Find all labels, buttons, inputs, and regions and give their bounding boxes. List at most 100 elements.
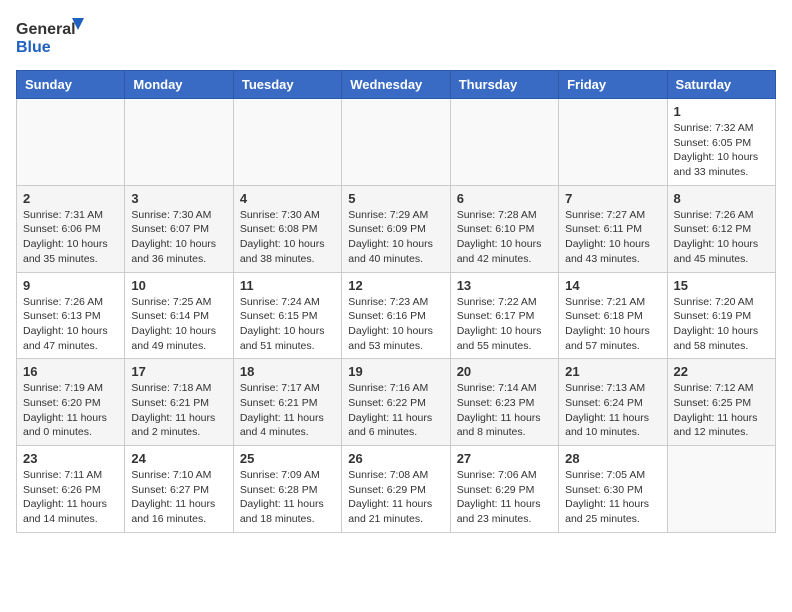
day-cell: 23 Sunrise: 7:11 AM Sunset: 6:26 PM Dayli… <box>17 446 125 533</box>
day-cell <box>342 99 450 186</box>
day-number: 16 <box>23 364 118 379</box>
day-number: 17 <box>131 364 226 379</box>
day-number: 14 <box>565 278 660 293</box>
day-number: 9 <box>23 278 118 293</box>
day-number: 2 <box>23 191 118 206</box>
day-cell: 18 Sunrise: 7:17 AM Sunset: 6:21 PM Dayli… <box>233 359 341 446</box>
day-info: Sunrise: 7:05 AM Sunset: 6:30 PM Dayligh… <box>565 468 660 527</box>
day-info: Sunrise: 7:18 AM Sunset: 6:21 PM Dayligh… <box>131 381 226 440</box>
day-cell: 10 Sunrise: 7:25 AM Sunset: 6:14 PM Dayli… <box>125 272 233 359</box>
day-number: 8 <box>674 191 769 206</box>
day-info: Sunrise: 7:10 AM Sunset: 6:27 PM Dayligh… <box>131 468 226 527</box>
day-header-sunday: Sunday <box>17 71 125 99</box>
day-number: 20 <box>457 364 552 379</box>
day-number: 21 <box>565 364 660 379</box>
day-info: Sunrise: 7:22 AM Sunset: 6:17 PM Dayligh… <box>457 295 552 354</box>
day-number: 1 <box>674 104 769 119</box>
svg-text:General: General <box>16 21 76 38</box>
day-info: Sunrise: 7:26 AM Sunset: 6:12 PM Dayligh… <box>674 208 769 267</box>
day-number: 15 <box>674 278 769 293</box>
day-number: 25 <box>240 451 335 466</box>
day-cell: 5 Sunrise: 7:29 AM Sunset: 6:09 PM Daylig… <box>342 185 450 272</box>
day-info: Sunrise: 7:29 AM Sunset: 6:09 PM Dayligh… <box>348 208 443 267</box>
day-info: Sunrise: 7:27 AM Sunset: 6:11 PM Dayligh… <box>565 208 660 267</box>
day-number: 18 <box>240 364 335 379</box>
day-cell <box>125 99 233 186</box>
week-row-3: 16 Sunrise: 7:19 AM Sunset: 6:20 PM Dayli… <box>17 359 776 446</box>
day-info: Sunrise: 7:24 AM Sunset: 6:15 PM Dayligh… <box>240 295 335 354</box>
day-cell <box>559 99 667 186</box>
day-info: Sunrise: 7:08 AM Sunset: 6:29 PM Dayligh… <box>348 468 443 527</box>
day-info: Sunrise: 7:14 AM Sunset: 6:23 PM Dayligh… <box>457 381 552 440</box>
day-cell: 6Sunrise: 7:28 AM Sunset: 6:10 PM Daylig… <box>450 185 558 272</box>
day-info: Sunrise: 7:09 AM Sunset: 6:28 PM Dayligh… <box>240 468 335 527</box>
day-info: Sunrise: 7:20 AM Sunset: 6:19 PM Dayligh… <box>674 295 769 354</box>
day-cell: 21 Sunrise: 7:13 AM Sunset: 6:24 PM Dayli… <box>559 359 667 446</box>
day-cell: 17 Sunrise: 7:18 AM Sunset: 6:21 PM Dayli… <box>125 359 233 446</box>
logo: GeneralBlue <box>16 16 86 60</box>
week-row-4: 23 Sunrise: 7:11 AM Sunset: 6:26 PM Dayli… <box>17 446 776 533</box>
day-info: Sunrise: 7:23 AM Sunset: 6:16 PM Dayligh… <box>348 295 443 354</box>
day-info: Sunrise: 7:17 AM Sunset: 6:21 PM Dayligh… <box>240 381 335 440</box>
day-header-tuesday: Tuesday <box>233 71 341 99</box>
day-cell: 26Sunrise: 7:08 AM Sunset: 6:29 PM Dayli… <box>342 446 450 533</box>
day-info: Sunrise: 7:13 AM Sunset: 6:24 PM Dayligh… <box>565 381 660 440</box>
page-header: GeneralBlue <box>16 16 776 60</box>
day-info: Sunrise: 7:30 AM Sunset: 6:08 PM Dayligh… <box>240 208 335 267</box>
day-info: Sunrise: 7:25 AM Sunset: 6:14 PM Dayligh… <box>131 295 226 354</box>
day-info: Sunrise: 7:11 AM Sunset: 6:26 PM Dayligh… <box>23 468 118 527</box>
day-info: Sunrise: 7:21 AM Sunset: 6:18 PM Dayligh… <box>565 295 660 354</box>
day-cell <box>667 446 775 533</box>
day-cell: 20 Sunrise: 7:14 AM Sunset: 6:23 PM Dayli… <box>450 359 558 446</box>
day-number: 12 <box>348 278 443 293</box>
day-cell: 11Sunrise: 7:24 AM Sunset: 6:15 PM Dayli… <box>233 272 341 359</box>
day-cell: 28 Sunrise: 7:05 AM Sunset: 6:30 PM Dayli… <box>559 446 667 533</box>
week-row-0: 1 Sunrise: 7:32 AM Sunset: 6:05 PM Daylig… <box>17 99 776 186</box>
day-cell: 22 Sunrise: 7:12 AM Sunset: 6:25 PM Dayli… <box>667 359 775 446</box>
day-cell <box>450 99 558 186</box>
day-info: Sunrise: 7:12 AM Sunset: 6:25 PM Dayligh… <box>674 381 769 440</box>
day-number: 22 <box>674 364 769 379</box>
day-number: 28 <box>565 451 660 466</box>
day-info: Sunrise: 7:32 AM Sunset: 6:05 PM Dayligh… <box>674 121 769 180</box>
day-cell: 7 Sunrise: 7:27 AM Sunset: 6:11 PM Daylig… <box>559 185 667 272</box>
day-number: 7 <box>565 191 660 206</box>
svg-text:Blue: Blue <box>16 39 51 56</box>
day-info: Sunrise: 7:31 AM Sunset: 6:06 PM Dayligh… <box>23 208 118 267</box>
day-info: Sunrise: 7:16 AM Sunset: 6:22 PM Dayligh… <box>348 381 443 440</box>
day-cell: 1 Sunrise: 7:32 AM Sunset: 6:05 PM Daylig… <box>667 99 775 186</box>
day-cell: 9 Sunrise: 7:26 AM Sunset: 6:13 PM Daylig… <box>17 272 125 359</box>
day-header-thursday: Thursday <box>450 71 558 99</box>
day-info: Sunrise: 7:06 AM Sunset: 6:29 PM Dayligh… <box>457 468 552 527</box>
day-cell: 27 Sunrise: 7:06 AM Sunset: 6:29 PM Dayli… <box>450 446 558 533</box>
calendar-table: SundayMondayTuesdayWednesdayThursdayFrid… <box>16 70 776 533</box>
day-cell: 16 Sunrise: 7:19 AM Sunset: 6:20 PM Dayli… <box>17 359 125 446</box>
day-number: 3 <box>131 191 226 206</box>
logo-icon: GeneralBlue <box>16 16 86 60</box>
day-cell: 19 Sunrise: 7:16 AM Sunset: 6:22 PM Dayli… <box>342 359 450 446</box>
day-cell: 2 Sunrise: 7:31 AM Sunset: 6:06 PM Daylig… <box>17 185 125 272</box>
day-header-saturday: Saturday <box>667 71 775 99</box>
calendar-header-row: SundayMondayTuesdayWednesdayThursdayFrid… <box>17 71 776 99</box>
week-row-1: 2 Sunrise: 7:31 AM Sunset: 6:06 PM Daylig… <box>17 185 776 272</box>
day-cell: 15 Sunrise: 7:20 AM Sunset: 6:19 PM Dayli… <box>667 272 775 359</box>
day-number: 13 <box>457 278 552 293</box>
day-info: Sunrise: 7:30 AM Sunset: 6:07 PM Dayligh… <box>131 208 226 267</box>
day-number: 4 <box>240 191 335 206</box>
day-cell: 14 Sunrise: 7:21 AM Sunset: 6:18 PM Dayli… <box>559 272 667 359</box>
day-cell: 8 Sunrise: 7:26 AM Sunset: 6:12 PM Daylig… <box>667 185 775 272</box>
day-cell: 12 Sunrise: 7:23 AM Sunset: 6:16 PM Dayli… <box>342 272 450 359</box>
day-cell: 13 Sunrise: 7:22 AM Sunset: 6:17 PM Dayli… <box>450 272 558 359</box>
day-number: 5 <box>348 191 443 206</box>
day-number: 23 <box>23 451 118 466</box>
day-number: 27 <box>457 451 552 466</box>
day-header-monday: Monday <box>125 71 233 99</box>
day-cell: 3 Sunrise: 7:30 AM Sunset: 6:07 PM Daylig… <box>125 185 233 272</box>
day-header-wednesday: Wednesday <box>342 71 450 99</box>
day-number: 10 <box>131 278 226 293</box>
day-info: Sunrise: 7:19 AM Sunset: 6:20 PM Dayligh… <box>23 381 118 440</box>
week-row-2: 9 Sunrise: 7:26 AM Sunset: 6:13 PM Daylig… <box>17 272 776 359</box>
day-cell <box>17 99 125 186</box>
day-info: Sunrise: 7:26 AM Sunset: 6:13 PM Dayligh… <box>23 295 118 354</box>
day-number: 19 <box>348 364 443 379</box>
